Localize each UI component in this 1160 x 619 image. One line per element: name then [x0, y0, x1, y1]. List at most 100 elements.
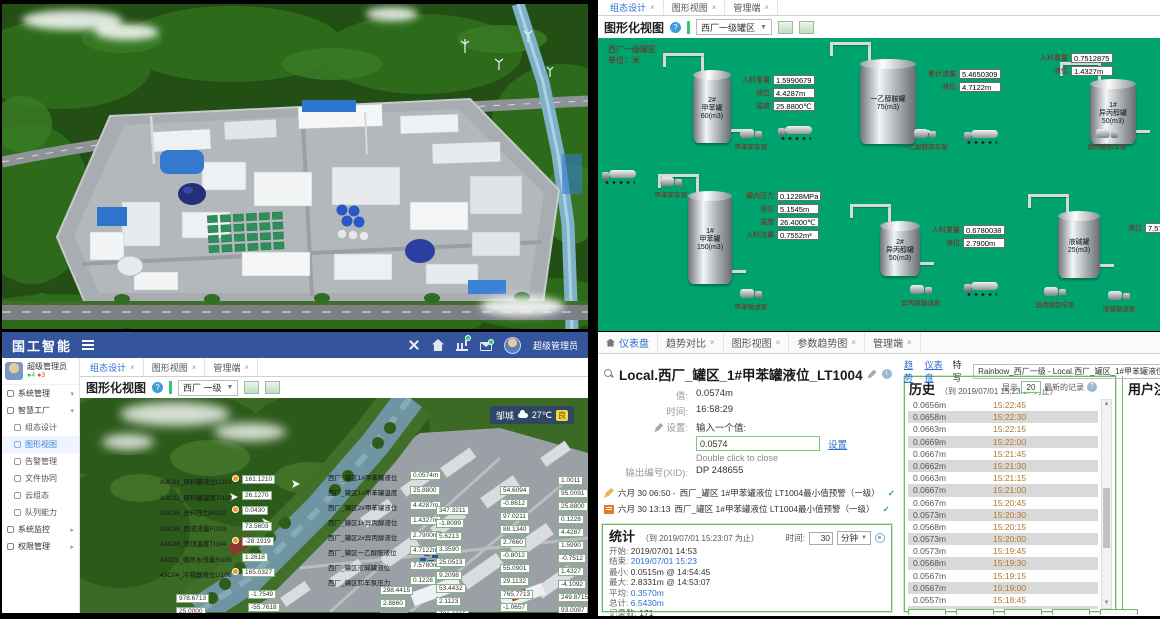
username[interactable]: 超级管理员 — [533, 339, 578, 352]
app-tab[interactable]: 组态设计× — [82, 358, 144, 376]
detail-tab[interactable]: 图形视图× — [724, 332, 790, 353]
clipped-button[interactable] — [1052, 609, 1090, 615]
map-tag-value: 53.4432 — [436, 584, 466, 593]
sidebar-item[interactable]: 智慧工厂▾ — [2, 402, 79, 419]
scada-tab[interactable]: 组态设计× — [602, 0, 664, 15]
help-icon[interactable]: ? — [152, 382, 163, 393]
map-tag-value: 0.0430 — [242, 506, 268, 515]
sidebar-item[interactable]: 组态设计 — [2, 419, 79, 436]
close-icon[interactable]: × — [851, 338, 856, 347]
image-button[interactable] — [265, 381, 280, 394]
pump[interactable]: 甲苯卸车泵 — [660, 176, 682, 188]
close-icon[interactable]: × — [776, 338, 781, 347]
detail-tab[interactable]: 参数趋势图× — [789, 332, 865, 353]
close-icon[interactable]: × — [244, 363, 249, 372]
sidebar-item[interactable]: 图形视图 — [2, 436, 79, 453]
set-button[interactable]: 设置 — [828, 437, 847, 451]
map-tag-name: 西厂_罐区1#甲苯罐温度 — [328, 487, 397, 497]
detail-tab[interactable]: 管理端× — [865, 332, 921, 353]
history-row: 0.0568m15:19:30 — [908, 557, 1098, 569]
app-tab[interactable]: 管理端× — [205, 358, 258, 376]
menu-item-icon — [14, 475, 21, 482]
scada-tab[interactable]: 图形视图× — [664, 0, 726, 15]
menu-item-icon — [14, 424, 21, 431]
image-button[interactable] — [244, 381, 259, 394]
pump[interactable]: 异丙醇输送泵 — [910, 284, 932, 296]
avatar[interactable] — [504, 337, 521, 354]
close-icon[interactable]: × — [907, 338, 912, 347]
bottom-buttons-clipped — [908, 609, 1138, 615]
pump[interactable]: 异丙醇卸车泵 — [1096, 128, 1118, 140]
sidebar-item[interactable]: 云组态 — [2, 487, 79, 504]
message-icon[interactable] — [480, 342, 492, 351]
close-icon[interactable]: × — [650, 3, 655, 12]
interval-unit-select[interactable]: 分钟▼ — [837, 531, 871, 545]
sidebar-item[interactable]: 队列能力 — [2, 504, 79, 521]
pump[interactable]: 甲苯卸车泵 — [740, 128, 762, 140]
fullscreen-icon[interactable] — [408, 339, 420, 351]
help-icon[interactable]: ? — [670, 22, 681, 33]
close-icon[interactable]: × — [192, 363, 197, 372]
info-icon[interactable]: i — [882, 369, 892, 379]
clipped-button[interactable] — [1004, 609, 1042, 615]
sidebar-username: 超级管理员 — [27, 362, 67, 371]
home-icon — [606, 339, 615, 347]
sidebar-item[interactable]: 系统监控▸ — [2, 521, 79, 538]
set-value-input[interactable] — [696, 436, 820, 451]
pump[interactable]: 异丙醇卸车泵 — [1044, 286, 1066, 298]
map-tag-value: 4.4287 — [558, 528, 584, 537]
scrollbar-thumb[interactable] — [1103, 488, 1110, 548]
detail-tab-bar: 仪表盘×趋势对比×图形视图×参数趋势图×管理端× — [598, 332, 1160, 354]
sidebar-item[interactable]: 告警管理 — [2, 453, 79, 470]
stats-row: 开始: 2019/07/01 14:53 — [609, 546, 885, 556]
monitor-icon[interactable] — [456, 339, 468, 351]
scada-tank[interactable]: 液碱罐 25(m3) — [1058, 216, 1100, 278]
scroll-down-icon[interactable]: ▼ — [1102, 599, 1111, 608]
pipe-segment — [663, 53, 666, 67]
detail-tab[interactable]: 仪表盘× — [598, 332, 658, 353]
image-button[interactable] — [799, 21, 814, 34]
scada-tab[interactable]: 管理端× — [725, 0, 778, 15]
app-tab[interactable]: 图形视图× — [144, 358, 206, 376]
alarm-row[interactable]: 六月 30 06:50 -西厂_罐区 1#甲苯罐液位 LT1004最小值预警（一… — [604, 487, 892, 499]
tank-value-row: 入料重量0.7512875 — [1022, 52, 1113, 63]
menu-item-icon — [14, 492, 21, 499]
pump[interactable]: 液碱输送泵 — [1108, 290, 1130, 302]
crumb-dashboard-link[interactable]: 仪表盘 — [925, 358, 947, 384]
map-tag-value: 26.1270 — [242, 491, 272, 500]
edit-icon[interactable] — [868, 370, 877, 379]
close-icon[interactable]: × — [712, 3, 717, 12]
sidebar-item[interactable]: 权限管理▸ — [2, 538, 79, 555]
clipped-button[interactable] — [908, 609, 946, 615]
image-button[interactable] — [778, 21, 793, 34]
view-select[interactable]: 西厂一级罐区▼ — [696, 19, 772, 35]
scrollbar[interactable]: ▲ ▼ — [1101, 399, 1112, 609]
crumb-trend-link[interactable]: 趋势 — [904, 358, 919, 384]
sidebar-item[interactable]: 系统管理▾ — [2, 385, 79, 402]
scada-tank[interactable]: 1# 甲苯罐 150(m3) — [688, 196, 732, 284]
clipped-button[interactable] — [956, 609, 994, 615]
tag-select[interactable]: Rainbow_西厂一级 - Local.西厂_罐区_1#甲苯罐液位_LT100… — [973, 364, 1160, 379]
tank-truck — [778, 126, 812, 139]
scada-screen: 组态设计×图形视图×管理端× 图形化视图 ? 西厂一级罐区▼ 西厂一级罐区 单位… — [598, 0, 1160, 331]
chevron-down-icon: ▼ — [760, 24, 767, 31]
refresh-target-icon[interactable] — [875, 533, 885, 543]
pump[interactable]: 一乙醇胺卸车泵 — [914, 128, 936, 140]
alarm-row[interactable]: 六月 30 13:13西厂_罐区 1#甲苯罐液位 LT1004最小值预警（一级）… — [604, 503, 892, 515]
interval-input[interactable] — [809, 532, 833, 545]
detail-tab[interactable]: 趋势对比× — [658, 332, 724, 353]
pump[interactable]: 甲苯输送泵 — [740, 288, 762, 300]
map-3d-view[interactable]: 邹城 27℃ 良 A3C01_原料罐液位LI101161.1210A3C02_原… — [80, 398, 588, 613]
menu-toggle-icon[interactable] — [82, 340, 94, 350]
scroll-up-icon[interactable]: ▲ — [1102, 400, 1111, 409]
close-icon[interactable]: × — [130, 363, 135, 372]
sidebar-item[interactable]: 文件协同 — [2, 470, 79, 487]
close-icon[interactable]: × — [764, 3, 769, 12]
view-select[interactable]: 西厂 一级▼ — [178, 380, 238, 396]
clipped-button[interactable] — [1100, 609, 1138, 615]
scada-tank[interactable]: 一乙醇胺罐 75(m3) — [860, 64, 916, 144]
search-icon[interactable] — [604, 369, 614, 379]
close-icon[interactable]: × — [710, 338, 715, 347]
home-icon[interactable] — [432, 339, 444, 351]
stats-row: 最大: 2.8331m @ 14:53:07 — [609, 577, 885, 587]
